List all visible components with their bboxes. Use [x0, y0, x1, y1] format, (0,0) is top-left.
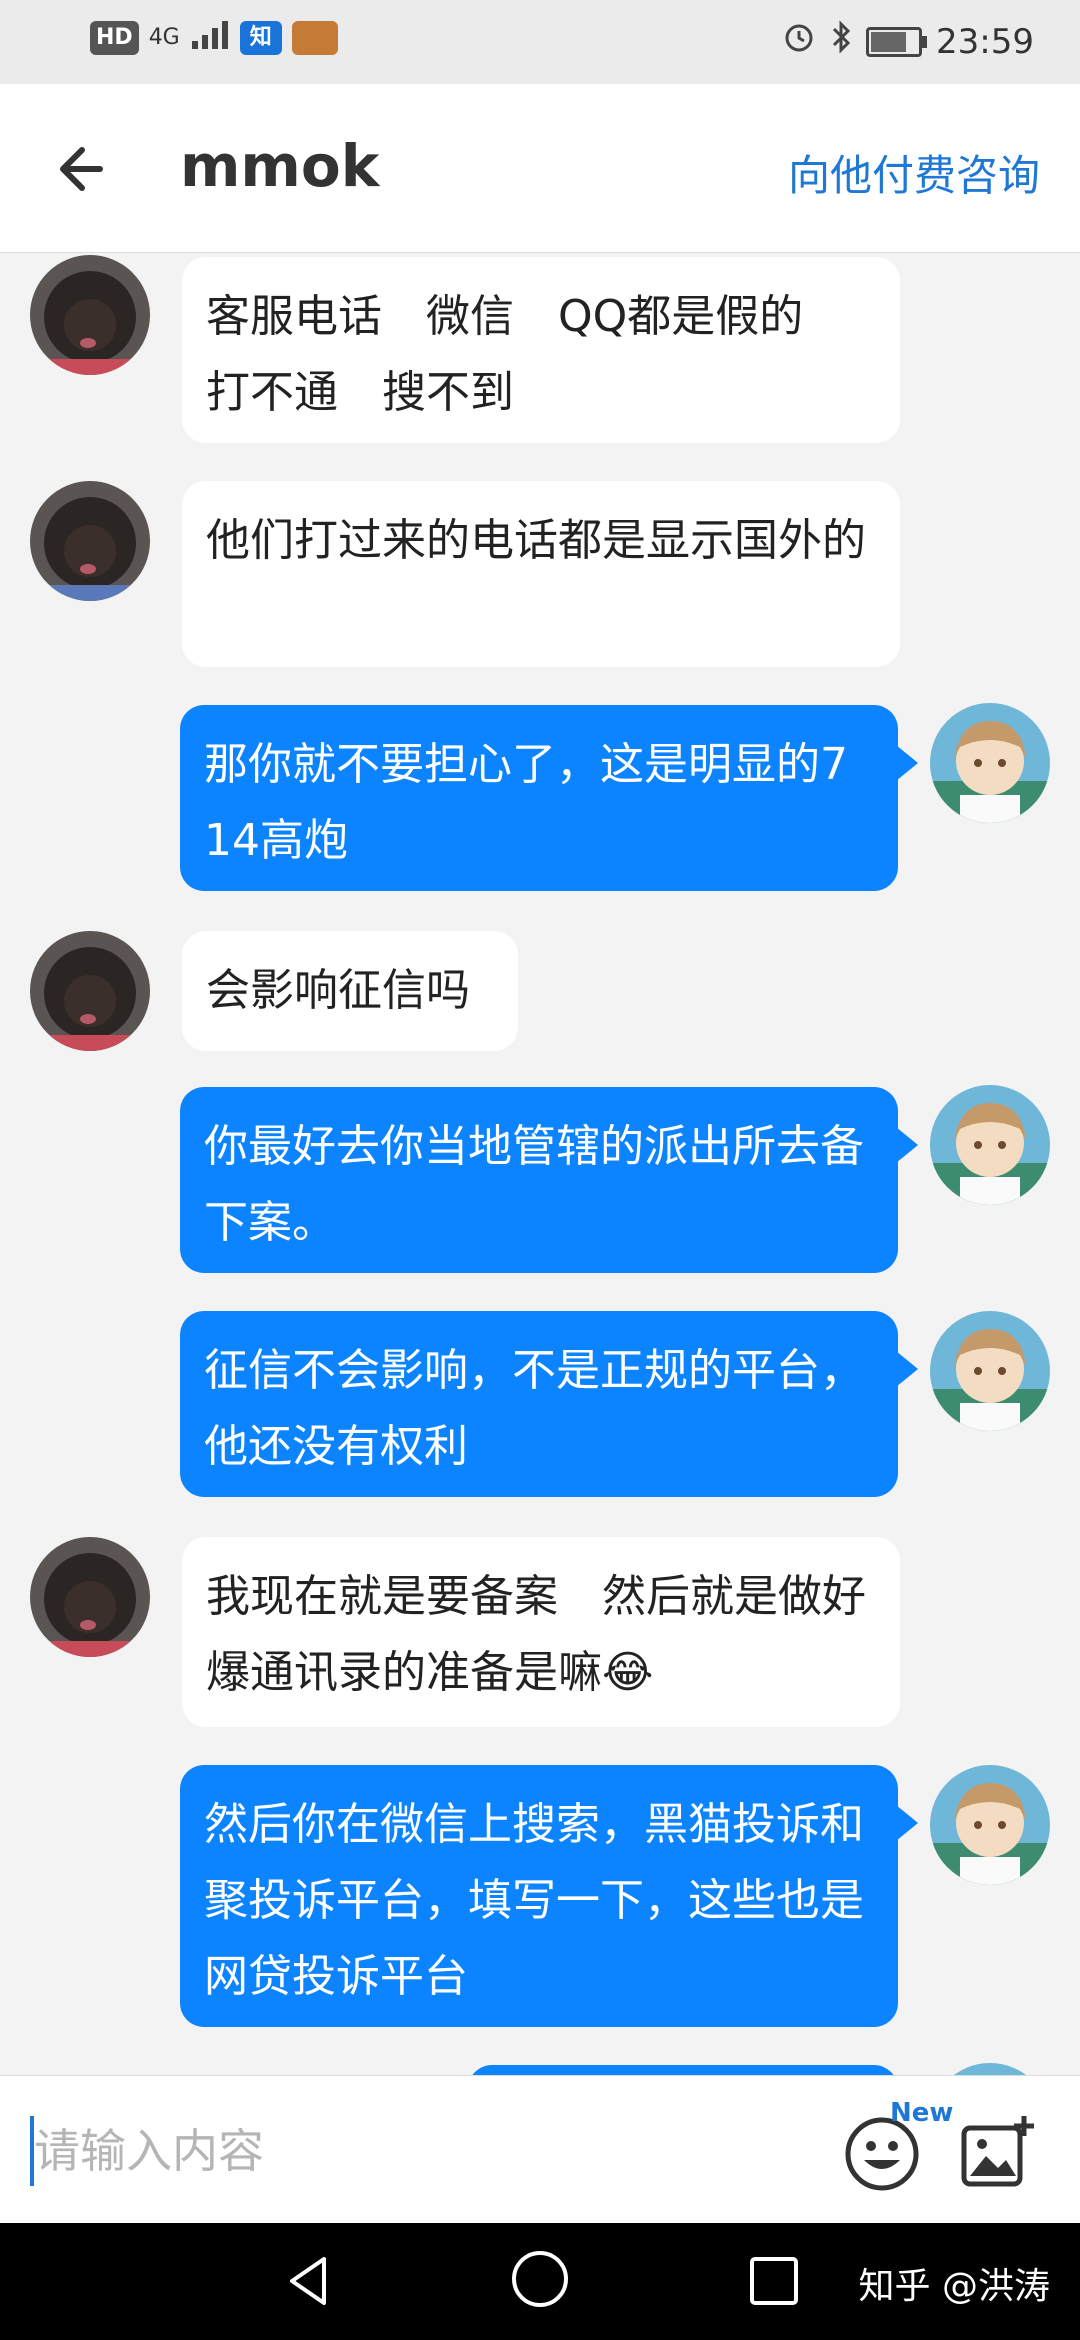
- bluetooth-icon: [830, 20, 852, 63]
- page-title: mmok: [180, 132, 380, 200]
- watermark: 知乎 @洪涛: [858, 2266, 1050, 2307]
- back-arrow-icon[interactable]: [50, 134, 120, 204]
- message-bubble-incoming[interactable]: 客服电话 微信 QQ都是假的 打不通 搜不到: [182, 257, 900, 443]
- contact-avatar[interactable]: [30, 1537, 150, 1657]
- game-app-icon: [291, 21, 338, 55]
- clock: 23:59: [936, 21, 1034, 62]
- message-bubble-outgoing[interactable]: 你最好去你当地管辖的派出所去备下案。: [180, 1087, 918, 1273]
- message-bubble-outgoing[interactable]: [468, 2065, 898, 2075]
- chat-header: mmok 向他付费咨询: [0, 84, 1080, 253]
- contact-avatar[interactable]: [30, 481, 150, 601]
- message-bubble-incoming[interactable]: 会影响征信吗: [182, 931, 518, 1051]
- status-bar: HD 4G 知 23:59: [0, 0, 1080, 84]
- my-avatar[interactable]: [930, 1311, 1050, 1431]
- message-list[interactable]: 客服电话 微信 QQ都是假的 打不通 搜不到 他们打过来的电话都是显示国外的 那…: [0, 253, 1080, 2075]
- image-add-icon[interactable]: [958, 2112, 1038, 2192]
- input-bar: New: [0, 2075, 1080, 2224]
- paid-consult-button[interactable]: 向他付费咨询: [788, 142, 1040, 203]
- network-type: 4G: [148, 25, 180, 50]
- my-avatar[interactable]: [930, 703, 1050, 823]
- status-left: HD 4G 知: [90, 18, 338, 58]
- signal-icon: [190, 18, 230, 58]
- system-nav-bar: 知乎 @洪涛: [0, 2223, 1080, 2340]
- my-avatar[interactable]: [930, 1085, 1050, 1205]
- battery-icon: [866, 26, 928, 57]
- new-badge: New: [890, 2098, 954, 2128]
- zhihu-app-icon: 知: [239, 21, 282, 55]
- hd-indicator: HD: [90, 21, 139, 55]
- message-bubble-outgoing[interactable]: 征信不会影响，不是正规的平台，他还没有权利: [180, 1311, 918, 1497]
- contact-avatar[interactable]: [30, 255, 150, 375]
- message-bubble-incoming[interactable]: 他们打过来的电话都是显示国外的: [182, 481, 900, 667]
- message-bubble-outgoing[interactable]: 那你就不要担心了，这是明显的714高炮: [180, 705, 918, 891]
- my-avatar[interactable]: [930, 1765, 1050, 1885]
- nav-home-icon[interactable]: [508, 2247, 572, 2311]
- contact-avatar[interactable]: [30, 931, 150, 1051]
- nav-recents-icon[interactable]: [744, 2251, 804, 2311]
- my-avatar[interactable]: [930, 2063, 1050, 2075]
- message-bubble-incoming[interactable]: 我现在就是要备案 然后就是做好爆通讯录的准备是嘛😂: [182, 1537, 900, 1727]
- alarm-icon: [782, 20, 816, 63]
- message-bubble-outgoing[interactable]: 然后你在微信上搜索，黑猫投诉和聚投诉平台，填写一下，这些也是网贷投诉平台: [180, 1765, 918, 2027]
- nav-back-icon[interactable]: [280, 2251, 340, 2311]
- status-right: 23:59: [782, 20, 1034, 63]
- message-input[interactable]: [34, 2114, 814, 2188]
